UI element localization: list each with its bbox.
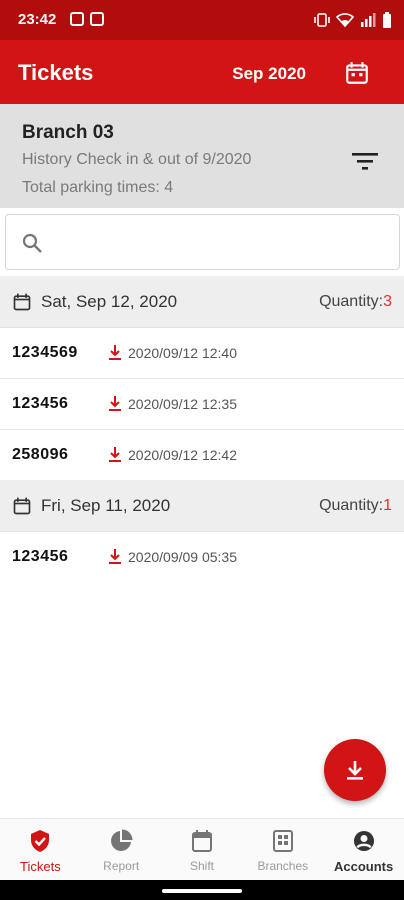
pie-chart-icon xyxy=(111,829,133,851)
date-label: Sat, Sep 12, 2020 xyxy=(41,292,178,311)
search-icon xyxy=(22,233,42,253)
ticket-time: 2020/09/12 12:35 xyxy=(128,396,237,412)
search-input[interactable] xyxy=(54,229,384,257)
vibrate-icon xyxy=(314,13,330,27)
ticket-number: 258096 xyxy=(12,446,69,463)
gesture-bar xyxy=(0,880,404,900)
ticket-time: 2020/09/12 12:42 xyxy=(128,447,237,463)
nav-label: Tickets xyxy=(20,859,61,874)
check-in-icon xyxy=(109,345,121,360)
ticket-time: 2020/09/12 12:40 xyxy=(128,345,237,361)
page-title: Tickets xyxy=(18,60,94,85)
ticket-row[interactable]: 258096 2020/09/12 12:42 xyxy=(0,431,404,481)
download-icon xyxy=(347,761,363,780)
ticket-row[interactable]: 1234569 2020/09/12 12:40 xyxy=(0,329,404,379)
date-label: Fri, Sep 11, 2020 xyxy=(41,496,171,515)
status-bar: 23:42 xyxy=(0,0,404,40)
status-icons xyxy=(314,10,392,30)
ticket-row[interactable]: 123456 2020/09/12 12:35 xyxy=(0,380,404,430)
ticket-number: 123456 xyxy=(12,395,69,412)
status-time: 23:42 xyxy=(18,11,57,28)
ticket-number: 1234569 xyxy=(12,344,78,361)
image-icon xyxy=(90,12,104,26)
ticket-row[interactable]: 123456 2020/09/09 05:35 xyxy=(0,533,404,583)
filter-icon xyxy=(352,153,378,170)
date-header: Fri, Sep 11, 2020 Quantity:1 xyxy=(0,480,404,532)
nav-report[interactable]: Report xyxy=(81,819,162,880)
quantity-label: Quantity: xyxy=(319,293,384,310)
calendar-icon xyxy=(191,830,212,852)
search-box[interactable] xyxy=(5,214,400,270)
check-in-icon xyxy=(109,549,121,564)
check-in-icon xyxy=(109,396,121,411)
quantity: Quantity:1 xyxy=(319,497,392,515)
date-header: Sat, Sep 12, 2020 Quantity:3 xyxy=(0,276,404,328)
calendar-icon xyxy=(13,293,31,311)
bottom-nav: Tickets Report Shift Branches Accounts xyxy=(0,818,404,880)
ticket-time: 2020/09/09 05:35 xyxy=(128,549,237,565)
nav-label: Accounts xyxy=(333,859,394,874)
month-selector[interactable]: Sep 2020 xyxy=(232,64,306,84)
ticket-number: 123456 xyxy=(12,548,69,565)
quantity: Quantity:3 xyxy=(319,293,392,311)
calendar-icon xyxy=(13,497,31,515)
nav-label: Report xyxy=(103,859,140,873)
instagram-icon xyxy=(70,12,84,26)
branch-subtitle: History Check in & out of 9/2020 xyxy=(22,151,252,168)
filter-button[interactable] xyxy=(350,150,380,172)
quantity-value: 1 xyxy=(383,497,392,514)
home-gesture-handle[interactable] xyxy=(162,889,242,893)
nav-shift[interactable]: Shift xyxy=(162,819,243,880)
total-parking-times: Total parking times: 4 xyxy=(22,179,174,196)
nav-label: Branches xyxy=(257,859,309,873)
branches-icon xyxy=(272,830,293,852)
branch-name: Branch 03 xyxy=(22,122,114,143)
account-icon xyxy=(353,831,374,851)
nav-tickets[interactable]: Tickets xyxy=(0,819,81,880)
nav-branches[interactable]: Branches xyxy=(242,819,323,880)
battery-icon xyxy=(383,12,391,28)
calendar-icon xyxy=(346,62,368,84)
download-fab[interactable] xyxy=(324,739,386,801)
quantity-label: Quantity: xyxy=(319,497,384,514)
branch-panel: Branch 03 History Check in & out of 9/20… xyxy=(0,104,404,208)
signal-icon xyxy=(361,13,376,27)
nav-label: Shift xyxy=(189,859,214,873)
calendar-button[interactable] xyxy=(344,60,370,86)
app-bar: Tickets Sep 2020 xyxy=(0,40,404,104)
check-in-icon xyxy=(109,447,121,462)
quantity-value: 3 xyxy=(383,293,392,310)
nav-accounts[interactable]: Accounts xyxy=(323,819,404,880)
shield-check-icon xyxy=(31,830,50,852)
wifi-icon xyxy=(336,13,354,28)
